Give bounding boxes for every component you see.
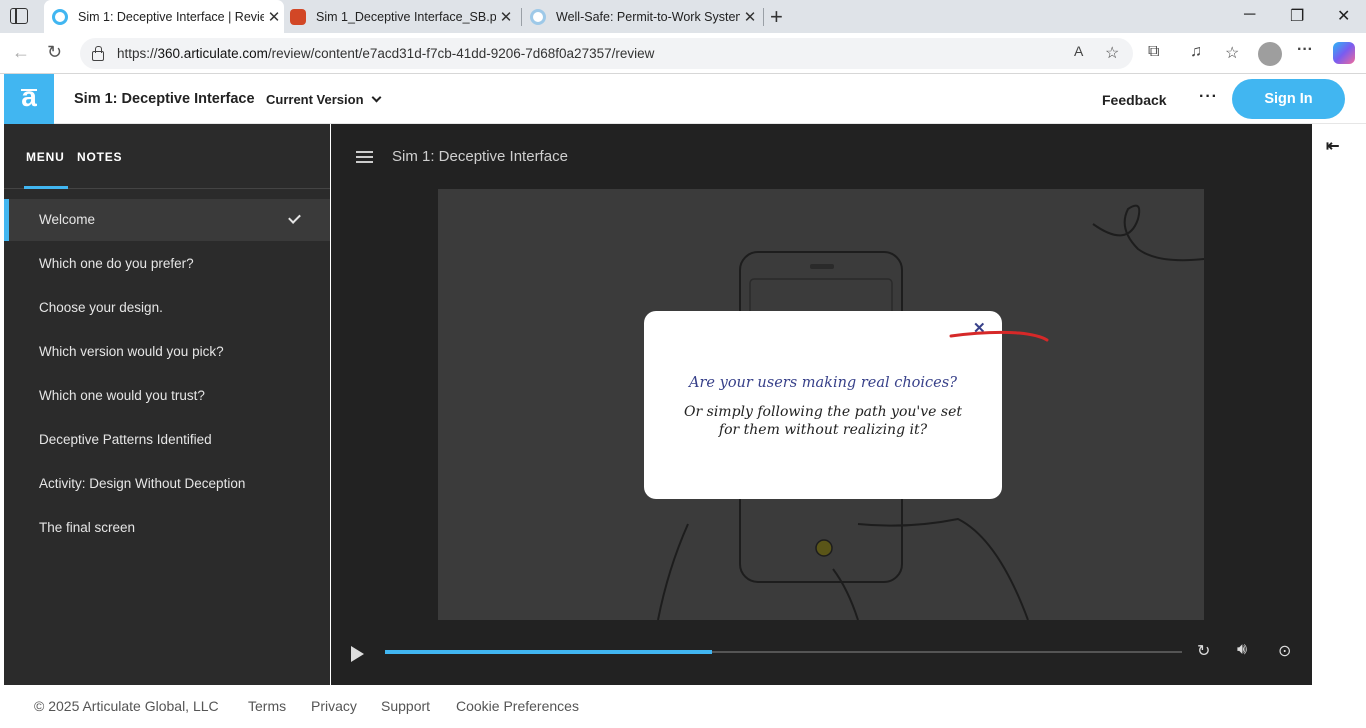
address-bar[interactable]: https://360.articulate.com/review/conten… (80, 38, 1133, 69)
volume-icon[interactable]: 🔊︎ (1237, 641, 1247, 659)
url-text: https://360.articulate.com/review/conten… (117, 46, 654, 61)
browser-tab-pptx[interactable]: Sim 1_Deceptive Interface_SB.pptx ✕ (288, 0, 516, 33)
menu-item[interactable]: Deceptive Patterns Identified (4, 419, 330, 461)
sign-in-button[interactable]: Sign In (1232, 79, 1345, 119)
copilot-icon[interactable] (1333, 42, 1355, 64)
menu-item-label: Activity: Design Without Deception (39, 476, 246, 491)
close-window-icon[interactable]: ✕ (1337, 6, 1350, 26)
lock-icon[interactable] (92, 45, 104, 61)
active-tab-indicator (24, 186, 68, 189)
tab-title: Sim 1_Deceptive Interface_SB.pptx (316, 9, 496, 24)
close-tab-icon[interactable]: ✕ (496, 8, 516, 26)
chevron-down-icon (371, 92, 381, 103)
read-aloud-icon[interactable]: A (1074, 43, 1083, 59)
menu-item[interactable]: Choose your design. (4, 287, 330, 329)
menu-item-label: The final screen (39, 520, 136, 535)
new-tab-icon[interactable]: + (770, 4, 783, 30)
playback-controls: ↻ 🔊︎ ⊙ (331, 635, 1312, 685)
browser-tab-strip: Sim 1: Deceptive Interface | Review ✕ Si… (0, 0, 1366, 33)
favorites-icon[interactable]: ☆ (1225, 43, 1239, 63)
articulate-logo[interactable]: a (4, 74, 54, 124)
powerpoint-favicon-icon (290, 8, 306, 25)
menu-item[interactable]: Which version would you pick? (4, 331, 330, 373)
dialog-subtext: Or simply following the path you've set … (684, 404, 962, 438)
menu-item-label: Which version would you pick? (39, 344, 224, 359)
seek-progress (385, 650, 712, 654)
refresh-icon[interactable]: ↻ (47, 42, 62, 63)
replay-icon[interactable]: ↻ (1197, 641, 1210, 661)
tab-separator (521, 8, 522, 26)
menu-item-label: Choose your design. (39, 300, 163, 315)
menu-item[interactable]: Which one would you trust? (4, 375, 330, 417)
hamburger-menu-icon[interactable] (356, 151, 373, 163)
tab-notes[interactable]: NOTES (77, 150, 122, 164)
app-header: a Sim 1: Deceptive Interface Current Ver… (4, 74, 1366, 124)
more-options-icon[interactable]: ··· (1199, 88, 1218, 106)
playback-speed-icon[interactable]: ⊙ (1278, 641, 1291, 661)
tab-title: Well-Safe: Permit-to-Work System (556, 9, 740, 24)
feedback-button[interactable]: Feedback (1102, 92, 1167, 108)
close-tab-icon[interactable]: ✕ (740, 8, 760, 26)
close-tab-icon[interactable]: ✕ (264, 8, 284, 26)
tab-separator (763, 8, 764, 26)
menu-item[interactable]: Which one do you prefer? (4, 243, 330, 285)
slide-canvas: ✕ Are your users making real choices? Or… (438, 189, 1204, 620)
tab-actions-icon[interactable] (10, 8, 28, 24)
dialog-question: Are your users making real choices? (689, 375, 957, 391)
footer-link-privacy[interactable]: Privacy (311, 698, 357, 714)
url-prefix: https:// (117, 46, 158, 61)
footer-link-cookie-preferences[interactable]: Cookie Preferences (456, 698, 579, 714)
maximize-icon[interactable]: ❐ (1290, 6, 1304, 26)
tab-title: Sim 1: Deceptive Interface | Review (78, 9, 264, 24)
logo-letter: a (21, 81, 37, 112)
browser-tab-wellsafe[interactable]: Well-Safe: Permit-to-Work System ✕ (528, 0, 760, 33)
comments-rail: ⇤ (1312, 124, 1366, 685)
menu-item[interactable]: Activity: Design Without Deception (4, 463, 330, 505)
page-footer: © 2025 Articulate Global, LLC Terms Priv… (4, 685, 1366, 728)
tab-menu[interactable]: MENU (26, 150, 65, 164)
browser-toolbar: ← ↻ https://360.articulate.com/review/co… (0, 33, 1366, 74)
url-domain: 360.articulate.com (157, 46, 268, 61)
seek-bar[interactable] (385, 650, 1182, 654)
review-app: a Sim 1: Deceptive Interface Current Ver… (4, 74, 1366, 728)
play-icon[interactable] (351, 646, 364, 662)
favorite-star-icon[interactable]: ☆ (1105, 43, 1119, 63)
menu-item-welcome[interactable]: Welcome (4, 199, 330, 241)
player-title: Sim 1: Deceptive Interface (392, 148, 568, 165)
menu-item-label: Which one would you trust? (39, 388, 205, 403)
message-dialog: ✕ Are your users making real choices? Or… (644, 311, 1049, 499)
menu-item-label: Which one do you prefer? (39, 256, 194, 271)
url-path: /review/content/e7acd31d-f7cb-41dd-9206-… (267, 46, 655, 61)
logo-bar (21, 89, 37, 91)
back-icon[interactable]: ← (12, 42, 30, 63)
articulate-favicon-icon (52, 8, 68, 25)
course-player: Sim 1: Deceptive Interface ✕ Are your us… (331, 124, 1312, 685)
profile-avatar[interactable] (1258, 42, 1282, 66)
menu-item-label: Deceptive Patterns Identified (39, 432, 212, 447)
red-underline-annotation (949, 330, 1049, 342)
settings-more-icon[interactable]: ··· (1297, 41, 1313, 59)
checkmark-icon (288, 211, 301, 224)
loading-favicon-icon (530, 8, 546, 25)
copyright-text: © 2025 Articulate Global, LLC (34, 698, 219, 714)
browser-tab-review[interactable]: Sim 1: Deceptive Interface | Review ✕ (44, 0, 284, 33)
expand-panel-icon[interactable]: ⇤ (1326, 136, 1339, 156)
page-title: Sim 1: Deceptive Interface (74, 91, 255, 107)
version-label: Current Version (266, 92, 364, 107)
browser-essentials-icon[interactable]: ♫ (1190, 43, 1202, 61)
menu-item[interactable]: The final screen (4, 507, 330, 549)
menu-item-label: Welcome (39, 212, 96, 227)
footer-link-terms[interactable]: Terms (248, 698, 286, 714)
version-dropdown[interactable]: Current Version (266, 92, 381, 107)
course-sidebar: MENU NOTES Welcome Which one do you pref… (4, 124, 330, 685)
sidebar-tabs: MENU NOTES (4, 124, 330, 189)
minimize-icon[interactable]: ─ (1244, 6, 1255, 24)
footer-link-support[interactable]: Support (381, 698, 430, 714)
extensions-icon[interactable]: ⧉ (1148, 43, 1159, 61)
